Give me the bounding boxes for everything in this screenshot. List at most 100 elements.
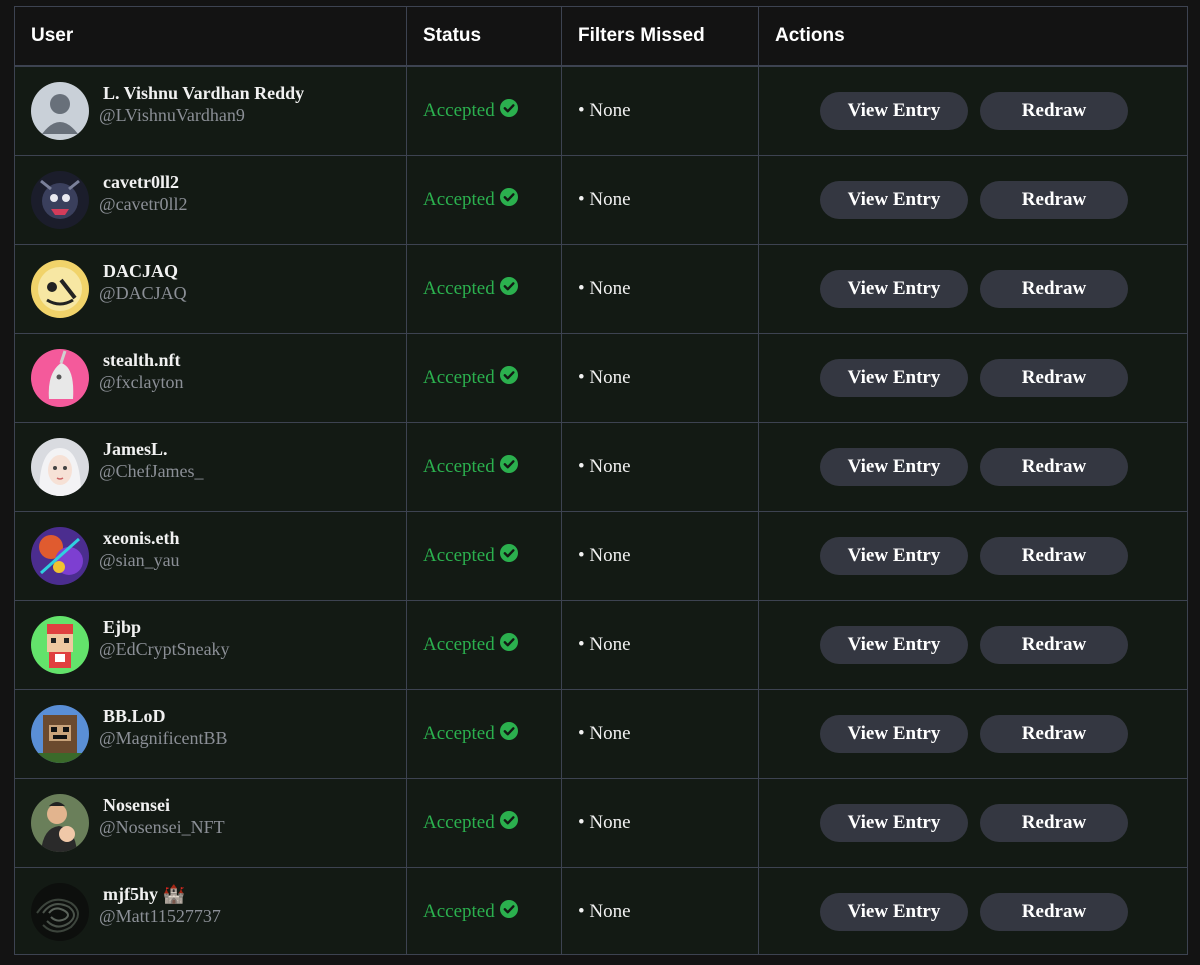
filters-missed-value: • None: [578, 189, 631, 210]
status-badge: Accepted: [423, 277, 518, 301]
view-entry-button[interactable]: View Entry: [820, 804, 968, 842]
filters-missed-value: • None: [578, 456, 631, 477]
user-info: cavetr0ll2 @cavetr0ll2: [99, 171, 188, 215]
avatar[interactable]: [31, 616, 89, 674]
actions-cell: View Entry Redraw: [759, 423, 1187, 511]
user-display-name[interactable]: BB.LoD: [103, 705, 228, 727]
pixel-character-avatar-icon: [31, 616, 89, 674]
actions-cell: View Entry Redraw: [759, 868, 1187, 955]
status-cell: Accepted: [407, 601, 562, 689]
filters-missed-value: • None: [578, 278, 631, 299]
user-display-name[interactable]: DACJAQ: [103, 260, 187, 282]
view-entry-button[interactable]: View Entry: [820, 181, 968, 219]
user-display-name[interactable]: cavetr0ll2: [103, 171, 188, 193]
user-handle[interactable]: @ChefJames_: [99, 460, 204, 482]
user-cell: BB.LoD @MagnificentBB: [15, 690, 407, 778]
status-cell: Accepted: [407, 334, 562, 422]
column-header-user[interactable]: User: [15, 7, 407, 65]
table-header: User Status Filters Missed Actions: [15, 7, 1187, 67]
user-display-name[interactable]: xeonis.eth: [103, 527, 180, 549]
status-label: Accepted: [423, 100, 495, 121]
redraw-button[interactable]: Redraw: [980, 804, 1128, 842]
column-header-actions[interactable]: Actions: [759, 7, 1187, 65]
avatar[interactable]: [31, 527, 89, 585]
user-handle[interactable]: @Matt11527737: [99, 905, 221, 927]
user-info: L. Vishnu Vardhan Reddy @LVishnuVardhan9: [99, 82, 304, 126]
user-display-name[interactable]: stealth.nft: [103, 349, 184, 371]
check-circle-icon: [495, 366, 518, 390]
user-handle[interactable]: @DACJAQ: [99, 282, 187, 304]
status-label: Accepted: [423, 456, 495, 477]
status-badge: Accepted: [423, 544, 518, 568]
view-entry-button[interactable]: View Entry: [820, 715, 968, 753]
redraw-button[interactable]: Redraw: [980, 270, 1128, 308]
redraw-button[interactable]: Redraw: [980, 715, 1128, 753]
avatar[interactable]: [31, 438, 89, 496]
redraw-button[interactable]: Redraw: [980, 448, 1128, 486]
table-row: mjf5hy 🏰 @Matt11527737 Accepted • None V…: [15, 868, 1187, 955]
status-cell: Accepted: [407, 156, 562, 244]
avatar[interactable]: [31, 705, 89, 763]
status-label: Accepted: [423, 278, 495, 299]
user-display-name[interactable]: JamesL.: [103, 438, 204, 460]
check-circle-icon: [495, 811, 518, 835]
user-handle[interactable]: @MagnificentBB: [99, 727, 228, 749]
redraw-button[interactable]: Redraw: [980, 181, 1128, 219]
user-cell: Ejbp @EdCryptSneaky: [15, 601, 407, 689]
user-display-name[interactable]: L. Vishnu Vardhan Reddy: [103, 82, 304, 104]
user-handle[interactable]: @sian_yau: [99, 549, 180, 571]
user-handle[interactable]: @cavetr0ll2: [99, 193, 188, 215]
redraw-button[interactable]: Redraw: [980, 892, 1128, 931]
status-badge: Accepted: [423, 366, 518, 390]
user-info: stealth.nft @fxclayton: [99, 349, 184, 393]
user-display-name[interactable]: Ejbp: [103, 616, 230, 638]
check-circle-icon: [495, 188, 518, 212]
view-entry-button[interactable]: View Entry: [820, 537, 968, 575]
status-label: Accepted: [423, 634, 495, 655]
user-handle[interactable]: @EdCryptSneaky: [99, 638, 230, 660]
status-label: Accepted: [423, 545, 495, 566]
table-row: cavetr0ll2 @cavetr0ll2 Accepted • None V…: [15, 156, 1187, 245]
status-badge: Accepted: [423, 899, 518, 924]
anime-girl-avatar-icon: [31, 438, 89, 496]
user-cell: Nosensei @Nosensei_NFT: [15, 779, 407, 867]
user-handle[interactable]: @LVishnuVardhan9: [99, 104, 304, 126]
user-cell: xeonis.eth @sian_yau: [15, 512, 407, 600]
actions-cell: View Entry Redraw: [759, 690, 1187, 778]
actions-cell: View Entry Redraw: [759, 156, 1187, 244]
avatar[interactable]: [31, 171, 89, 229]
avatar[interactable]: [31, 882, 89, 941]
user-handle[interactable]: @fxclayton: [99, 371, 184, 393]
avatar[interactable]: [31, 82, 89, 140]
actions-cell: View Entry Redraw: [759, 67, 1187, 155]
view-entry-button[interactable]: View Entry: [820, 626, 968, 664]
redraw-button[interactable]: Redraw: [980, 359, 1128, 397]
avatar[interactable]: [31, 794, 89, 852]
view-entry-button[interactable]: View Entry: [820, 892, 968, 931]
avatar[interactable]: [31, 349, 89, 407]
user-handle[interactable]: @Nosensei_NFT: [99, 816, 225, 838]
redraw-button[interactable]: Redraw: [980, 92, 1128, 130]
user-display-name[interactable]: mjf5hy 🏰: [103, 883, 221, 905]
status-label: Accepted: [423, 812, 495, 833]
table-row: L. Vishnu Vardhan Reddy @LVishnuVardhan9…: [15, 67, 1187, 156]
redraw-button[interactable]: Redraw: [980, 626, 1128, 664]
check-circle-icon: [495, 544, 518, 568]
view-entry-button[interactable]: View Entry: [820, 270, 968, 308]
column-header-filters-missed[interactable]: Filters Missed: [562, 7, 759, 65]
view-entry-button[interactable]: View Entry: [820, 448, 968, 486]
avatar[interactable]: [31, 260, 89, 318]
dark-creature-avatar-icon: [31, 171, 89, 229]
table-row: BB.LoD @MagnificentBB Accepted • None Vi…: [15, 690, 1187, 779]
redraw-button[interactable]: Redraw: [980, 537, 1128, 575]
view-entry-button[interactable]: View Entry: [820, 359, 968, 397]
user-display-name[interactable]: Nosensei: [103, 794, 225, 816]
user-info: Nosensei @Nosensei_NFT: [99, 794, 225, 838]
actions-cell: View Entry Redraw: [759, 512, 1187, 600]
view-entry-button[interactable]: View Entry: [820, 92, 968, 130]
table-row: stealth.nft @fxclayton Accepted • None V…: [15, 334, 1187, 423]
user-cell: stealth.nft @fxclayton: [15, 334, 407, 422]
status-badge: Accepted: [423, 811, 518, 835]
filters-missed-cell: • None: [562, 156, 759, 244]
column-header-status[interactable]: Status: [407, 7, 562, 65]
